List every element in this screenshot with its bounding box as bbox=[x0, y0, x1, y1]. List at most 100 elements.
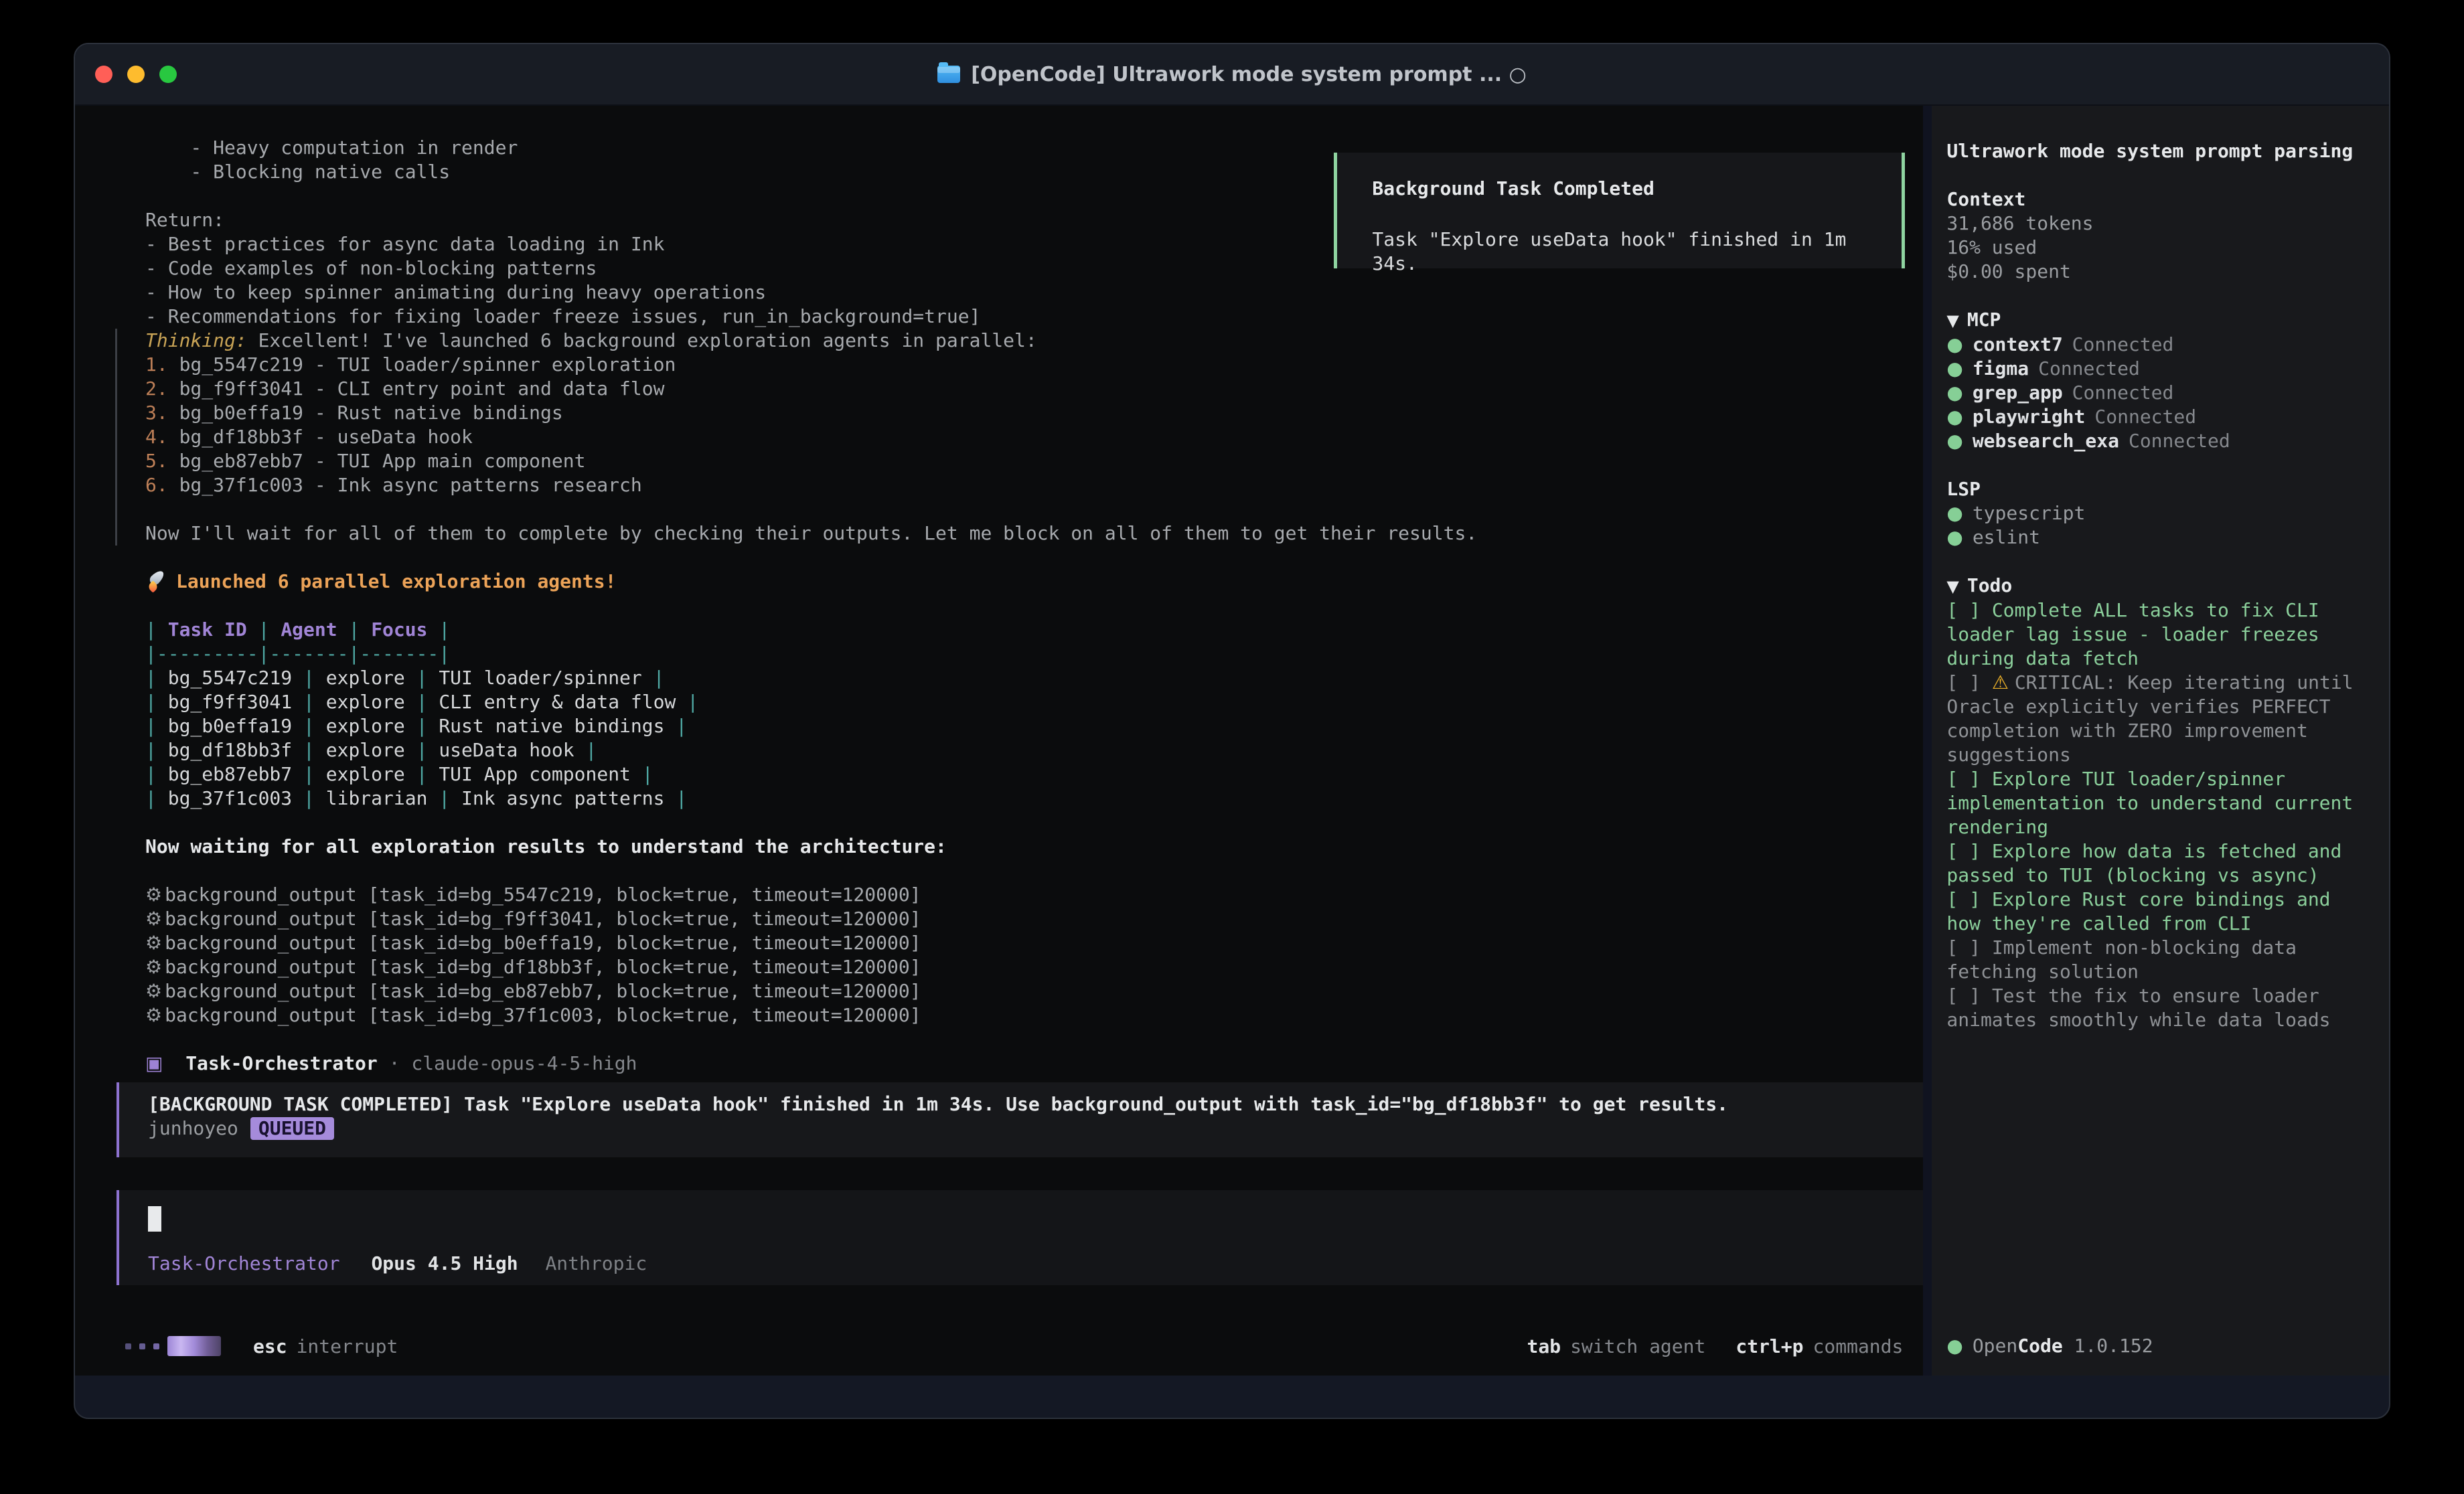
mcp-server-item: ●figmaConnected bbox=[1946, 357, 2357, 381]
terminal-line: ⚙background_output [task_id=bg_eb87ebb7,… bbox=[145, 979, 1923, 1003]
context-header: Context bbox=[1946, 187, 2357, 212]
app-version-footer: ●OpenCode 1.0.152 bbox=[1946, 1334, 2153, 1358]
tool-result-block: Launched 6 parallel exploration agents! |… bbox=[145, 546, 1923, 1076]
connected-dot-icon: ● bbox=[1946, 502, 1962, 524]
todo-item: [ ] Complete ALL tasks to fix CLI loader… bbox=[1946, 598, 2357, 671]
notification-title: Background Task Completed bbox=[1372, 177, 1902, 201]
minimize-button[interactable] bbox=[127, 66, 145, 83]
background-task-notification[interactable]: Background Task Completed Task "Explore … bbox=[1334, 153, 1905, 268]
todo-section-header[interactable]: ▼Todo bbox=[1946, 574, 2357, 598]
terminal-line: | bg_37f1c003 | librarian | Ink async pa… bbox=[145, 786, 1923, 811]
status-bar: esc interrupt tabswitch agent ctrl+pcomm… bbox=[125, 1334, 1903, 1358]
lsp-section-header: LSP bbox=[1946, 477, 2357, 501]
blank-line bbox=[145, 1027, 1923, 1052]
todo-item: [ ] Implement non-blocking data fetching… bbox=[1946, 936, 2357, 984]
mcp-server-item: ●context7Connected bbox=[1946, 333, 2357, 357]
zoom-button[interactable] bbox=[159, 66, 177, 83]
mcp-server-list: ●context7Connected●figmaConnected●grep_a… bbox=[1946, 333, 2357, 453]
terminal-line: Now waiting for all exploration results … bbox=[145, 835, 1923, 859]
queued-message-text: [BACKGROUND TASK COMPLETED] Task "Explor… bbox=[148, 1092, 1923, 1116]
folder-icon bbox=[937, 66, 960, 83]
todo-checkbox: [ ] bbox=[1946, 840, 1991, 862]
terminal-line: ▣ Task-Orchestrator · claude-opus-4-5-hi… bbox=[145, 1052, 1923, 1076]
terminal-line: Launched 6 parallel exploration agents! bbox=[145, 570, 1923, 594]
todo-list: [ ] Complete ALL tasks to fix CLI loader… bbox=[1946, 598, 2357, 1032]
chevron-down-icon: ▼ bbox=[1946, 311, 1958, 330]
todo-item: [ ] Test the fix to ensure loader animat… bbox=[1946, 984, 2357, 1032]
blank-line bbox=[145, 546, 1923, 570]
online-status-icon: ● bbox=[1946, 1335, 1962, 1357]
connected-dot-icon: ● bbox=[1946, 357, 1962, 380]
terminal-line: ⚙background_output [task_id=bg_b0effa19,… bbox=[145, 931, 1923, 955]
terminal-line: Thinking: Excellent! I've launched 6 bac… bbox=[145, 329, 1923, 353]
terminal-line: ⚙background_output [task_id=bg_f9ff3041,… bbox=[145, 907, 1923, 931]
traffic-lights bbox=[95, 44, 177, 104]
warning-icon: ⚠ bbox=[1992, 671, 2015, 693]
titlebar: [OpenCode] Ultrawork mode system prompt … bbox=[75, 44, 2389, 106]
todo-item: [ ] Explore Rust core bindings and how t… bbox=[1946, 888, 2357, 936]
model-name[interactable]: Opus 4.5 High bbox=[371, 1252, 518, 1274]
terminal-line: | bg_b0effa19 | explore | Rust native bi… bbox=[145, 714, 1923, 738]
window-title: [OpenCode] Ultrawork mode system prompt … bbox=[937, 63, 1527, 86]
todo-item: [ ] ⚠ CRITICAL: Keep iterating until Ora… bbox=[1946, 671, 2357, 767]
terminal-line: - How to keep spinner animating during h… bbox=[145, 280, 1923, 305]
spinner-icon bbox=[125, 1336, 221, 1356]
window-title-text: [OpenCode] Ultrawork mode system prompt … bbox=[971, 63, 1527, 86]
queued-message-box: [BACKGROUND TASK COMPLETED] Task "Explor… bbox=[117, 1082, 1923, 1157]
session-title: Ultrawork mode system prompt parsing bbox=[1946, 139, 2357, 163]
blank-line bbox=[145, 594, 1923, 618]
connected-dot-icon: ● bbox=[1946, 382, 1962, 404]
chevron-down-icon: ▼ bbox=[1946, 577, 1958, 596]
rocket-icon bbox=[145, 570, 168, 591]
lsp-item: ●typescript bbox=[1946, 501, 2357, 525]
mcp-server-item: ●websearch_exaConnected bbox=[1946, 429, 2357, 453]
esc-key-label: interrupt bbox=[297, 1335, 398, 1357]
todo-checkbox: [ ] bbox=[1946, 888, 1991, 910]
todo-checkbox: [ ] bbox=[1946, 768, 1991, 790]
terminal-line: ⚙background_output [task_id=bg_df18bb3f,… bbox=[145, 955, 1923, 979]
tab-key-hint: tabswitch agent bbox=[1527, 1335, 1705, 1357]
todo-checkbox: [ ] bbox=[1946, 985, 1991, 1007]
todo-checkbox: [ ] bbox=[1946, 671, 1991, 693]
notification-body: Task "Explore useData hook" finished in … bbox=[1372, 228, 1902, 276]
terminal-line: | Task ID | Agent | Focus | bbox=[145, 618, 1923, 642]
terminal-line: ⚙background_output [task_id=bg_37f1c003,… bbox=[145, 1003, 1923, 1027]
lsp-item: ●eslint bbox=[1946, 525, 2357, 550]
terminal-line: | bg_eb87ebb7 | explore | TUI App compon… bbox=[145, 762, 1923, 786]
todo-item: [ ] Explore how data is fetched and pass… bbox=[1946, 839, 2357, 888]
terminal-line: 6. bg_37f1c003 - Ink async patterns rese… bbox=[145, 473, 1923, 497]
terminal-line: 2. bg_f9ff3041 - CLI entry point and dat… bbox=[145, 377, 1923, 401]
context-stats: 31,686 tokens16% used$0.00 spent bbox=[1946, 212, 2357, 284]
agent-name[interactable]: Task-Orchestrator bbox=[148, 1252, 340, 1274]
mcp-server-item: ●grep_appConnected bbox=[1946, 381, 2357, 405]
spinner-bar bbox=[167, 1336, 221, 1356]
connected-dot-icon: ● bbox=[1946, 406, 1962, 428]
terminal-line: 5. bg_eb87ebb7 - TUI App main component bbox=[145, 449, 1923, 473]
terminal-window: [OpenCode] Ultrawork mode system prompt … bbox=[74, 43, 2390, 1419]
terminal-line: 1. bg_5547c219 - TUI loader/spinner expl… bbox=[145, 353, 1923, 377]
connected-dot-icon: ● bbox=[1946, 526, 1962, 548]
todo-checkbox: [ ] bbox=[1946, 599, 1991, 621]
connected-dot-icon: ● bbox=[1946, 430, 1962, 452]
close-button[interactable] bbox=[95, 66, 112, 83]
blank-line bbox=[145, 859, 1923, 883]
blank-line bbox=[145, 811, 1923, 835]
todo-checkbox: [ ] bbox=[1946, 936, 1991, 959]
blank-line bbox=[145, 497, 1923, 521]
terminal-line: 4. bg_df18bb3f - useData hook bbox=[145, 425, 1923, 449]
connected-dot-icon: ● bbox=[1946, 333, 1962, 355]
context-stat: 16% used bbox=[1946, 236, 2357, 260]
message-author: junhoyeo bbox=[148, 1116, 238, 1141]
mcp-section-header[interactable]: ▼MCP bbox=[1946, 308, 2357, 333]
terminal-line: - Recommendations for fixing loader free… bbox=[145, 305, 1923, 329]
terminal-line: | bg_5547c219 | explore | TUI loader/spi… bbox=[145, 666, 1923, 690]
todo-item: [ ] Explore TUI loader/spinner implement… bbox=[1946, 767, 2357, 839]
prompt-input[interactable]: Task-Orchestrator Opus 4.5 High Anthropi… bbox=[117, 1190, 1923, 1285]
context-stat: $0.00 spent bbox=[1946, 260, 2357, 284]
sidebar: Ultrawork mode system prompt parsing Con… bbox=[1932, 106, 2389, 1376]
composer-meta: Task-Orchestrator Opus 4.5 High Anthropi… bbox=[148, 1252, 647, 1276]
pane-divider bbox=[1923, 106, 1932, 1376]
status-badge: QUEUED bbox=[250, 1117, 334, 1140]
terminal-line: | bg_df18bb3f | explore | useData hook | bbox=[145, 738, 1923, 762]
app-version: 1.0.152 bbox=[2074, 1335, 2153, 1357]
